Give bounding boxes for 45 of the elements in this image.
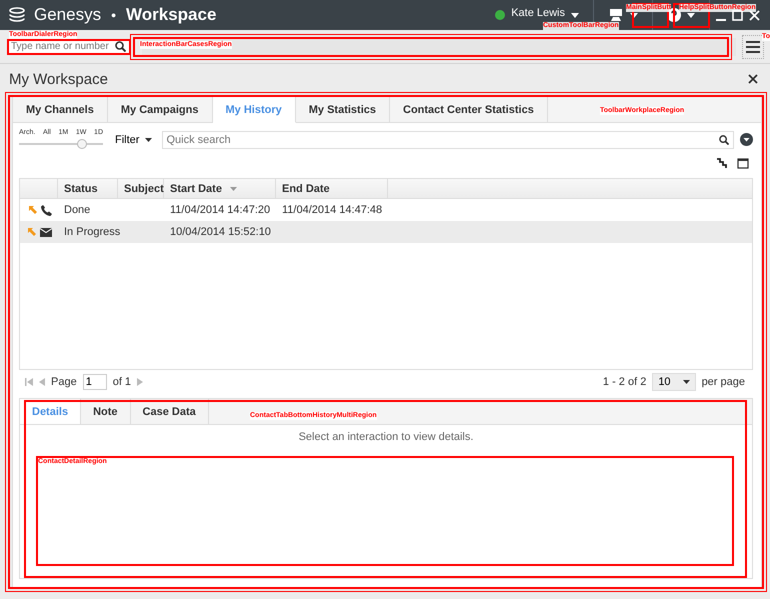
per-page-label: per page: [702, 376, 745, 388]
start-date-cell: 10/04/2014 15:52:10: [170, 226, 271, 238]
arrow-icon: [28, 228, 36, 236]
table-row[interactable]: In Progress 10/04/2014 15:52:10: [20, 221, 752, 243]
page-label: Page: [51, 376, 77, 388]
status-cell: Done: [64, 204, 90, 216]
caret-icon[interactable]: [145, 138, 152, 142]
caret-icon: [682, 380, 690, 384]
start-date-cell: 11/04/2014 14:47:20: [170, 204, 270, 216]
agent-icon[interactable]: [608, 8, 624, 22]
search-icon[interactable]: [719, 134, 729, 144]
popout-icon[interactable]: [716, 158, 727, 169]
app-title: Workspace: [126, 5, 216, 25]
brand-name: Genesys: [34, 5, 102, 25]
workspace-title: My Workspace: [9, 70, 108, 88]
column-header[interactable]: Status: [64, 182, 98, 194]
quick-search-field[interactable]: Quick search: [162, 130, 734, 148]
envelope-icon: [40, 228, 52, 236]
menu-button[interactable]: [742, 34, 764, 58]
caret-icon[interactable]: [571, 12, 579, 18]
menu-icon: [746, 40, 760, 52]
title-separator: •: [111, 7, 116, 23]
close-icon[interactable]: [748, 74, 758, 84]
filter-dropdown[interactable]: Filter: [109, 134, 140, 146]
range-label: 1 - 2 of 2: [602, 376, 646, 388]
search-icon[interactable]: [115, 41, 126, 52]
dropdown-icon[interactable]: [740, 133, 753, 146]
page-count: of 1: [112, 376, 132, 388]
phone-icon: [41, 204, 52, 216]
column-header[interactable]: End Date: [282, 182, 330, 194]
slider-thumb[interactable]: [77, 139, 87, 149]
table-row[interactable]: Done 11/04/2014 14:47:20 11/04/2014 14:47:48: [20, 199, 752, 221]
page-field[interactable]: 1: [82, 374, 107, 390]
sort-icon[interactable]: [230, 186, 237, 190]
end-date-cell: 11/04/2014 14:47:48: [282, 204, 382, 216]
logo-icon: [8, 7, 26, 23]
column-header[interactable]: Start Date: [170, 182, 222, 194]
empty-message: Select an interaction to view details.: [298, 431, 474, 443]
timeline-slider[interactable]: [19, 138, 103, 150]
maximize-icon[interactable]: [737, 158, 749, 169]
column-header[interactable]: Subject: [124, 182, 164, 194]
user-menu[interactable]: Kate Lewis: [511, 7, 565, 19]
per-page-select[interactable]: 10: [652, 373, 696, 391]
status-cell: In Progress: [64, 226, 120, 238]
arrow-icon: [29, 206, 37, 214]
